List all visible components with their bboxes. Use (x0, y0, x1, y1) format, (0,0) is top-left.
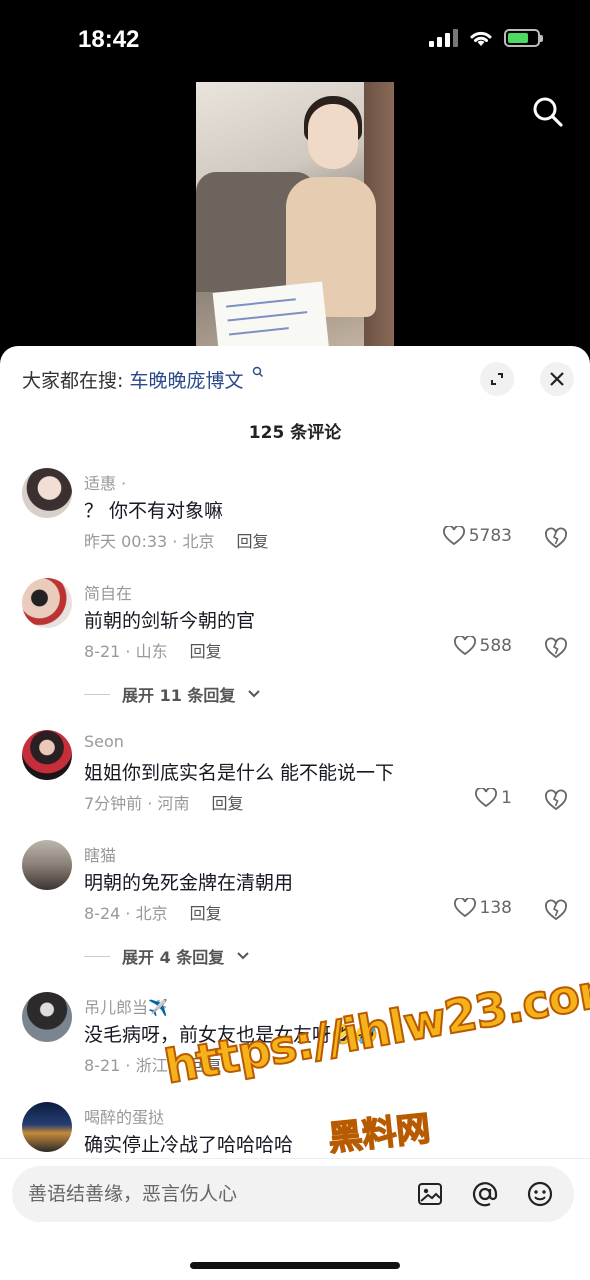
heart-icon (442, 526, 465, 546)
like-count: 138 (479, 898, 512, 918)
comment-username[interactable]: Seon (84, 732, 124, 751)
comment-item: 简自在 前朝的剑斩今朝的官 8-21 · 山东 回复 588 展开 11 条回复 (0, 574, 590, 724)
dislike-icon[interactable] (544, 526, 568, 550)
avatar[interactable] (22, 1102, 72, 1152)
comment-username[interactable]: 适惠 · (84, 470, 126, 494)
avatar[interactable] (22, 840, 72, 890)
close-icon (550, 372, 564, 386)
comment-time-location: 8-24 · 北京 (84, 904, 168, 923)
search-icon[interactable] (530, 94, 566, 130)
comment-text: 没毛病呀，前女友也是女友呀🤣🤣 (84, 1024, 379, 1046)
reply-button[interactable]: 回复 (236, 532, 268, 551)
like-button[interactable]: 138 (453, 898, 512, 918)
expand-replies-label: 展开 4 条回复 (122, 948, 225, 967)
like-button[interactable]: 5783 (442, 526, 512, 546)
sheet-header: 大家都在搜: 车晚晚庞博文 (0, 346, 590, 410)
avatar[interactable] (22, 730, 72, 780)
like-count: 5783 (468, 526, 512, 546)
expand-replies-label: 展开 11 条回复 (122, 686, 236, 705)
divider (0, 1158, 590, 1159)
dislike-icon[interactable] (544, 898, 568, 922)
like-count: 588 (479, 636, 512, 656)
expand-replies-button[interactable]: 展开 4 条回复 (84, 944, 250, 968)
comment-text: 姐姐你到底实名是什么 能不能说一下 (84, 762, 395, 784)
comment-count: 125 条评论 (248, 423, 342, 443)
comment-sheet: 大家都在搜: 车晚晚庞博文 125 条评论 适惠 · ？ 你不有对象嘛 昨天 0… (0, 346, 590, 1280)
comment-username[interactable]: 喝醉的蛋挞 (84, 1104, 164, 1128)
comment-text: 明朝的免死金牌在清朝用 (84, 872, 294, 894)
expand-icon (491, 373, 503, 385)
like-count: 1 (501, 788, 512, 808)
like-button[interactable]: 1 (475, 788, 512, 808)
comment-text: 确实停止冷战了哈哈哈哈 (84, 1134, 294, 1156)
comment-item: 瞎猫 明朝的免死金牌在清朝用 8-24 · 北京 回复 138 展开 4 条回复 (0, 836, 590, 986)
heart-icon (475, 788, 498, 808)
comment-time-location: 8-21 · 山东 (84, 642, 168, 661)
avatar[interactable] (22, 578, 72, 628)
at-icon[interactable] (471, 1180, 499, 1208)
reply-button[interactable]: 回复 (190, 1056, 222, 1075)
comment-time-location: 昨天 00:33 · 北京 (84, 532, 215, 551)
comment-text: ？ 你不有对象嘛 (84, 500, 224, 522)
heart-icon (453, 636, 476, 656)
avatar[interactable] (22, 468, 72, 518)
comment-meta: 8-21 · 山东 回复 (84, 638, 222, 662)
comment-item: 吊儿郎当✈️ 没毛病呀，前女友也是女友呀🤣🤣 8-21 · 浙江 回复 (0, 988, 590, 1088)
dislike-icon[interactable] (544, 636, 568, 660)
comment-item: 适惠 · ？ 你不有对象嘛 昨天 00:33 · 北京 回复 5783 (0, 464, 590, 564)
comment-input[interactable] (28, 1176, 388, 1212)
hot-search-term[interactable]: 车晚晚庞博文 (129, 370, 243, 392)
battery-icon (504, 29, 543, 47)
chevron-down-icon (248, 690, 261, 698)
wifi-icon (470, 31, 492, 46)
reply-button[interactable]: 回复 (190, 904, 222, 923)
comment-meta: 昨天 00:33 · 北京 回复 (84, 528, 268, 552)
like-button[interactable]: 588 (453, 636, 512, 656)
comment-username[interactable]: 吊儿郎当✈️ (84, 994, 168, 1018)
close-button[interactable] (540, 362, 574, 396)
video-thumbnail[interactable] (196, 82, 394, 350)
expand-button[interactable] (480, 362, 514, 396)
comment-text: 前朝的剑斩今朝的官 (84, 610, 256, 632)
comment-username[interactable]: 瞎猫 (84, 842, 116, 866)
hot-search-bar[interactable]: 大家都在搜: 车晚晚庞博文 (22, 366, 264, 393)
avatar[interactable] (22, 992, 72, 1042)
comment-time-location: 8-21 · 浙江 (84, 1056, 168, 1075)
comment-meta: 8-24 · 北京 回复 (84, 900, 222, 924)
chevron-down-icon (237, 952, 249, 960)
comment-meta: 7分钟前 · 河南 回复 (84, 790, 243, 814)
comment-time-location: 7分钟前 · 河南 (84, 794, 190, 813)
status-icons (429, 28, 543, 48)
comment-meta: 8-21 · 浙江 回复 (84, 1052, 222, 1076)
image-icon[interactable] (416, 1180, 444, 1208)
emoji-icon[interactable] (526, 1180, 554, 1208)
comment-username[interactable]: 简自在 (84, 580, 132, 604)
comment-input-bar (12, 1166, 574, 1222)
search-small-icon (252, 366, 263, 377)
heart-icon (453, 898, 476, 918)
home-indicator[interactable] (190, 1262, 400, 1269)
dislike-icon[interactable] (544, 788, 568, 812)
status-time: 18:42 (78, 26, 140, 53)
hot-search-label: 大家都在搜: (22, 370, 124, 392)
reply-button[interactable]: 回复 (190, 642, 222, 661)
status-bar: 18:42 (0, 0, 590, 80)
video-player[interactable] (0, 80, 590, 350)
reply-button[interactable]: 回复 (211, 794, 243, 813)
comment-item: Seon 姐姐你到底实名是什么 能不能说一下 7分钟前 · 河南 回复 1 (0, 726, 590, 826)
expand-replies-button[interactable]: 展开 11 条回复 (84, 682, 261, 706)
cellular-signal-icon (429, 29, 458, 47)
